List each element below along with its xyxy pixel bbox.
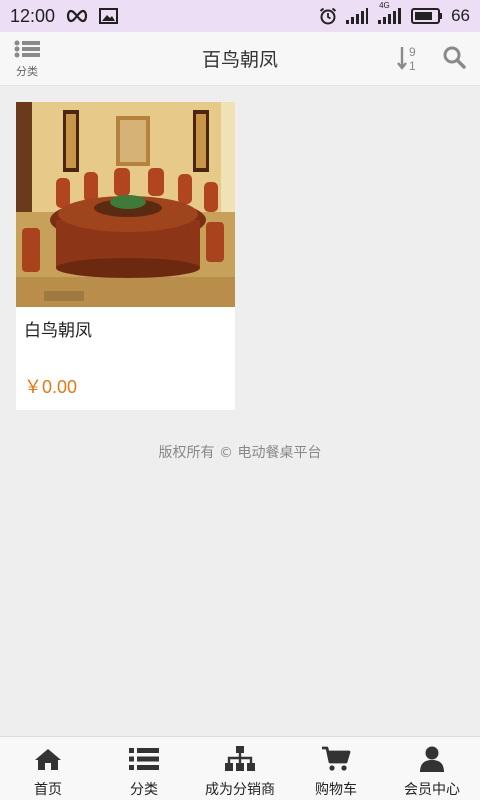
nav-distributor-label: 成为分销商 [205,782,275,798]
cart-icon [321,746,351,772]
status-bar: 12:00 4G 66 [0,0,480,32]
nav-member-label: 会员中心 [404,782,460,798]
product-name[interactable]: 白鸟朝凤 [24,316,92,341]
infinity-icon [65,9,89,23]
nav-home[interactable]: 首页 [0,737,96,800]
sort-numeric-icon: 9 1 [397,45,416,73]
user-icon [419,746,445,772]
battery-icon [411,8,443,24]
sitemap-icon [225,746,255,772]
search-button[interactable] [442,45,466,73]
nav-category[interactable]: 分类 [96,737,192,800]
nav-member[interactable]: 会员中心 [384,737,480,800]
search-icon [443,46,466,69]
signal-icon [345,7,369,25]
status-time: 12:00 [10,5,56,26]
nav-category-label: 分类 [130,782,158,798]
nav-cart-label: 购物车 [315,782,357,798]
app-header: 分类 百鸟朝凤 9 1 [0,32,480,86]
sort-digit-bottom: 1 [409,59,416,71]
copyright-text: 版权所有 © 电动餐桌平台 [158,445,322,461]
bottom-nav: 首页 分类 成为分销商 购物车 会员中心 [0,736,480,800]
sort-button[interactable]: 9 1 [396,45,422,75]
alarm-icon [319,7,337,25]
home-icon [34,746,62,772]
product-image [16,102,235,307]
product-price: ￥0.00 [24,377,78,397]
sort-digit-top: 9 [409,45,416,59]
nav-cart[interactable]: 购物车 [288,737,384,800]
nav-home-label: 首页 [34,782,62,798]
signal-4g-icon: 4G [377,1,403,25]
nav-distributor[interactable]: 成为分销商 [192,737,288,800]
image-icon [99,8,119,24]
product-card[interactable]: 白鸟朝凤 ￥0.00 [16,102,235,410]
battery-level: 66 [451,6,470,25]
list-icon [129,746,159,772]
